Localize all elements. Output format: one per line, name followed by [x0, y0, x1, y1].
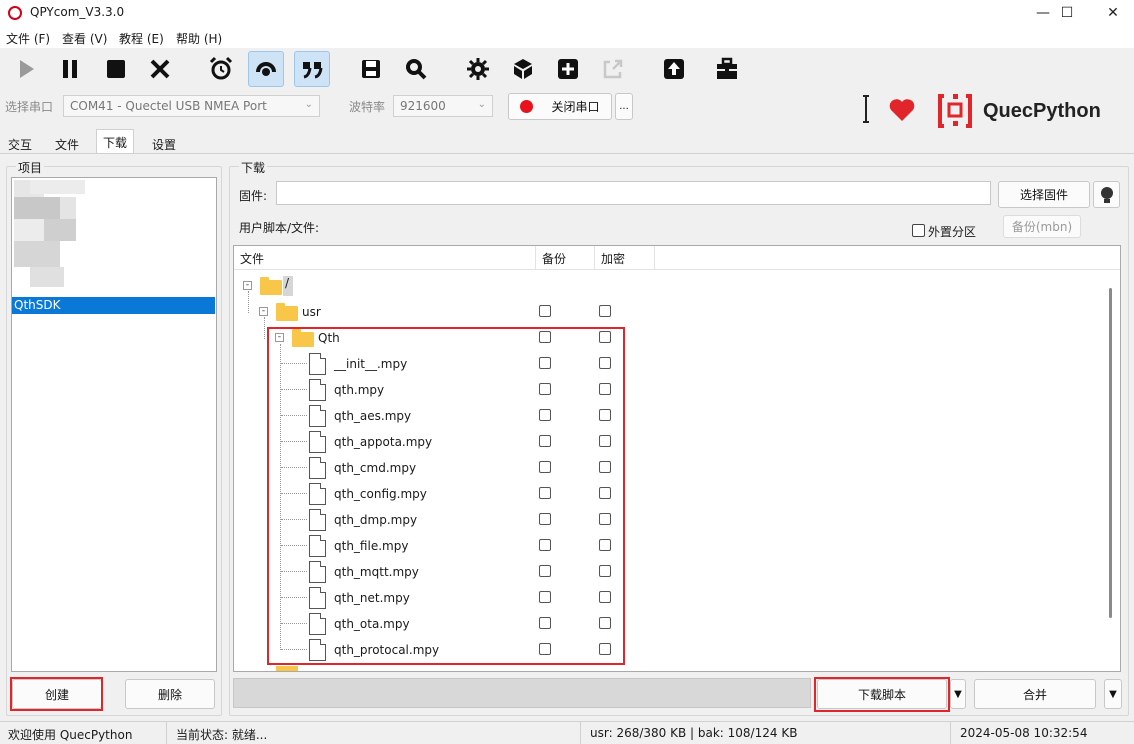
menu-tutorial[interactable]: 教程 (E) — [119, 30, 164, 47]
text-cursor-icon — [863, 95, 869, 123]
blurred-item — [14, 219, 44, 241]
heart-icon — [888, 98, 916, 125]
menu-view[interactable]: 查看 (V) — [62, 30, 107, 47]
tree-line — [248, 291, 249, 313]
cube-icon[interactable] — [505, 51, 541, 87]
backup-checkbox[interactable] — [539, 305, 551, 317]
baud-select[interactable]: 921600 ⌄ — [393, 95, 493, 117]
blurred-item — [60, 197, 76, 219]
lightbulb-icon — [1100, 186, 1113, 203]
status-separator — [950, 722, 951, 744]
header-divider — [234, 269, 1120, 270]
column-header-encrypt[interactable]: 加密 — [595, 246, 655, 270]
toolbox-icon[interactable] — [709, 51, 745, 87]
highlight-box — [10, 677, 103, 711]
quecpython-logo-icon — [936, 92, 974, 133]
search-icon[interactable] — [398, 51, 434, 87]
status-bar: 欢迎使用 QuecPython 当前状态: 就绪... usr: 268/380… — [0, 721, 1134, 744]
port-label: 选择串口 — [5, 100, 54, 114]
record-icon — [520, 100, 534, 113]
alarm-clock-icon[interactable] — [203, 51, 239, 87]
chevron-down-icon: ⌄ — [304, 99, 313, 110]
status-separator — [580, 722, 581, 744]
user-scripts-label: 用户脚本/文件: — [239, 221, 320, 235]
download-options-dropdown[interactable]: ▼ — [950, 679, 966, 709]
blurred-item — [44, 219, 76, 241]
window-title: QPYcom_V3.3.0 — [30, 5, 125, 19]
merge-button[interactable]: 合并 — [974, 679, 1096, 709]
progress-bar — [233, 678, 811, 708]
chevron-down-icon: ⌄ — [477, 99, 486, 110]
encrypt-checkbox[interactable] — [599, 305, 611, 317]
maximize-button[interactable]: ☐ — [1044, 0, 1090, 26]
tab-interact[interactable]: 交互 — [2, 132, 38, 154]
blurred-item — [14, 197, 60, 219]
plus-square-icon[interactable] — [550, 51, 586, 87]
firmware-input[interactable] — [276, 181, 991, 205]
folder-icon — [276, 666, 298, 671]
save-icon[interactable] — [353, 51, 389, 87]
close-icon[interactable] — [142, 51, 178, 87]
play-icon[interactable] — [8, 51, 44, 87]
menu-help[interactable]: 帮助 (H) — [176, 30, 222, 47]
external-partition-label: 外置分区 — [928, 225, 977, 239]
folder-icon — [276, 303, 298, 321]
menu-file[interactable]: 文件 (F) — [6, 30, 50, 47]
status-separator — [166, 722, 167, 744]
status-datetime: 2024-05-08 10:32:54 — [960, 726, 1088, 740]
download-group-title: 下载 — [239, 159, 268, 176]
highlight-box — [814, 677, 950, 712]
firmware-label: 固件: — [239, 189, 268, 203]
status-memory: usr: 268/380 KB | bak: 108/124 KB — [590, 726, 798, 740]
highlight-box — [267, 327, 625, 665]
baud-label: 波特率 — [349, 100, 386, 114]
collapse-toggle[interactable]: - — [243, 281, 252, 290]
merge-options-dropdown[interactable]: ▼ — [1104, 679, 1122, 709]
project-item-selected[interactable]: QthSDK — [12, 297, 215, 314]
column-header-file[interactable]: 文件 — [234, 246, 536, 270]
port-select-value: COM41 - Quectel USB NMEA Port — [70, 99, 267, 113]
tree-node-root[interactable]: / — [283, 276, 293, 296]
pause-icon[interactable] — [52, 51, 88, 87]
menu-bar: 文件 (F) 查看 (V) 教程 (E) 帮助 (H) — [0, 26, 1134, 48]
backup-mbn-button[interactable]: 备份(mbn) — [1003, 215, 1081, 238]
quote-icon[interactable] — [294, 51, 330, 87]
close-port-button[interactable]: 关闭串口 — [508, 93, 612, 120]
brand-text: QuecPython — [983, 100, 1101, 122]
project-group-title: 项目 — [16, 159, 45, 176]
app-icon — [8, 6, 22, 20]
close-window-button[interactable]: ✕ — [1090, 0, 1134, 26]
stop-icon[interactable] — [98, 51, 134, 87]
blurred-item — [14, 241, 60, 267]
toolbar — [0, 48, 1134, 90]
vertical-scrollbar[interactable] — [1109, 288, 1112, 618]
status-state: 当前状态: 就绪... — [176, 728, 268, 742]
upload-icon[interactable] — [656, 51, 692, 87]
gear-icon[interactable] — [460, 51, 496, 87]
select-firmware-button[interactable]: 选择固件 — [998, 181, 1090, 208]
external-link-icon[interactable] — [595, 51, 631, 87]
title-bar: QPYcom_V3.3.0 — ☐ ✕ — [0, 0, 1134, 26]
close-port-label: 关闭串口 — [551, 100, 600, 114]
baud-select-value: 921600 — [400, 99, 446, 113]
collapse-toggle[interactable]: - — [259, 307, 268, 316]
port-more-button[interactable]: ... — [615, 93, 633, 120]
port-select[interactable]: COM41 - Quectel USB NMEA Port ⌄ — [63, 95, 320, 117]
tab-download[interactable]: 下载 — [96, 129, 135, 154]
blurred-item — [30, 180, 85, 194]
tab-files[interactable]: 文件 — [49, 132, 85, 154]
headset-icon[interactable] — [248, 51, 284, 87]
blurred-item — [30, 267, 64, 287]
delete-button[interactable]: 删除 — [125, 679, 215, 709]
lightbulb-button[interactable] — [1093, 181, 1120, 208]
external-partition-checkbox[interactable] — [912, 224, 925, 237]
folder-icon — [260, 277, 282, 295]
tab-settings[interactable]: 设置 — [146, 132, 182, 154]
tree-line — [264, 317, 265, 339]
status-welcome: 欢迎使用 QuecPython — [8, 728, 133, 742]
tree-node-usr[interactable]: usr — [302, 305, 321, 319]
column-header-backup[interactable]: 备份 — [536, 246, 595, 270]
